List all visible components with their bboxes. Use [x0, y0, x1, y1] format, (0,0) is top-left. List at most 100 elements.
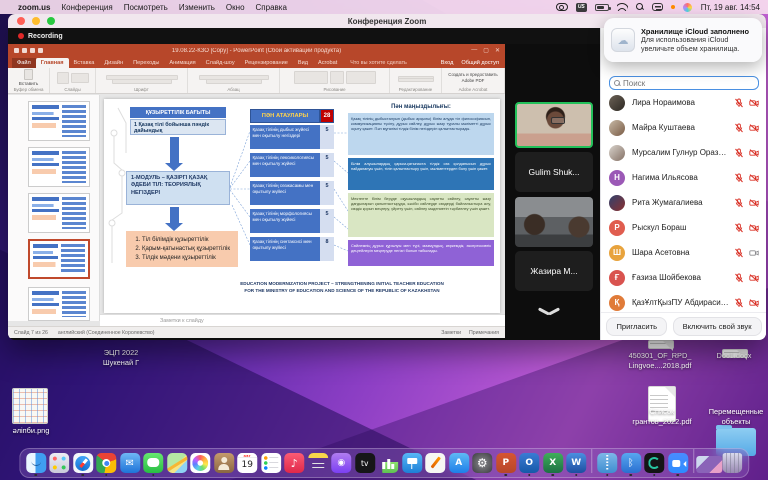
- tab-design[interactable]: Дизайн: [99, 58, 128, 68]
- dock-photos-icon[interactable]: [190, 453, 211, 476]
- participant-video[interactable]: [515, 197, 593, 247]
- tab-review[interactable]: Рецензирование: [240, 58, 293, 68]
- menu-window[interactable]: Окно: [226, 3, 245, 12]
- dock-safari-icon[interactable]: [72, 453, 93, 476]
- slide-thumbnail[interactable]: [28, 147, 90, 187]
- dock-numbers-icon[interactable]: [378, 453, 399, 476]
- dock-trash-icon[interactable]: [722, 453, 743, 476]
- dock-word-icon[interactable]: W: [566, 453, 587, 476]
- participant-video-active[interactable]: [515, 102, 593, 148]
- ribbon-group-editing[interactable]: Редактирование: [390, 68, 442, 93]
- dock-minimized-window[interactable]: [698, 456, 719, 476]
- status-notes-toggle[interactable]: Заметки: [441, 330, 461, 336]
- dock-system-preferences-icon[interactable]: ⚙: [472, 453, 493, 476]
- participant-row[interactable]: Н Нагима Ильясова: [601, 165, 766, 190]
- participant-row[interactable]: Мурсалим Гулнур Оразбек...: [601, 140, 766, 165]
- desktop-folder-label[interactable]: ЭЦП 2022Шукенай Г: [86, 348, 156, 367]
- menu-help[interactable]: Справка: [256, 3, 287, 12]
- search-input[interactable]: [623, 79, 754, 88]
- menu-app-name[interactable]: zoom.us: [18, 3, 50, 12]
- dock-chrome-icon[interactable]: [96, 453, 117, 476]
- menu-edit[interactable]: Изменить: [179, 3, 215, 12]
- tab-view[interactable]: Вид: [293, 58, 313, 68]
- dock-app-store-icon[interactable]: A: [448, 453, 469, 476]
- status-language[interactable]: английский (Соединенное Королевство): [58, 330, 155, 336]
- desktop-pdf-label[interactable]: 450301_OF_RPD_ Lingvoe....2018.pdf: [618, 351, 702, 370]
- tab-home[interactable]: Главная: [36, 58, 69, 68]
- desktop-relocated-folder-label[interactable]: Перемещенные объекты: [700, 407, 768, 426]
- spotlight-icon[interactable]: [636, 3, 644, 11]
- dock-zoom-icon[interactable]: [667, 453, 688, 476]
- ribbon-group-acrobat[interactable]: Создать и предоставить Adobe PDF Adobe A…: [442, 68, 505, 93]
- tab-acrobat[interactable]: Acrobat: [313, 58, 342, 68]
- tab-transitions[interactable]: Переходы: [128, 58, 164, 68]
- desktop-image-file-icon[interactable]: [12, 388, 48, 424]
- share-button[interactable]: Общий доступ: [461, 60, 499, 66]
- tab-animations[interactable]: Анимация: [164, 58, 200, 68]
- keyboard-layout-icon[interactable]: US: [576, 3, 587, 12]
- slide-thumbnail[interactable]: [28, 287, 90, 321]
- desktop-image-file-label[interactable]: әліпби.png: [2, 426, 60, 436]
- participant-row[interactable]: Лира Нораимова: [601, 90, 766, 115]
- siri-icon[interactable]: [683, 3, 692, 12]
- dock-podcasts-icon[interactable]: ◉: [331, 453, 352, 476]
- slide-thumbnail[interactable]: [28, 193, 90, 233]
- tab-slideshow[interactable]: Слайд-шоу: [201, 58, 240, 68]
- participant-row[interactable]: Ғ Ғазиза Шойбекова: [601, 265, 766, 290]
- quick-access-toolbar[interactable]: [14, 48, 43, 53]
- battery-icon[interactable]: [595, 4, 609, 11]
- participant-name-tile[interactable]: Gulim Shuk...: [515, 152, 593, 192]
- dock-bluetooth-app-icon[interactable]: ᛒ: [620, 453, 641, 476]
- dock-camtasia-icon[interactable]: [644, 453, 665, 476]
- window-controls[interactable]: —▢✕: [471, 47, 500, 54]
- dock-reminders-icon[interactable]: [260, 453, 281, 476]
- dock-excel-icon[interactable]: X: [542, 453, 563, 476]
- ribbon-group-slides[interactable]: Слайды: [50, 68, 96, 93]
- dock-mail-icon[interactable]: ✉: [119, 453, 140, 476]
- dock-messages-icon[interactable]: [143, 453, 164, 476]
- dock-unarchiver-icon[interactable]: [597, 453, 618, 476]
- desktop-docx-label[interactable]: Doc1.docx: [704, 351, 764, 361]
- dock-apple-tv-icon[interactable]: tv: [354, 453, 375, 476]
- dock-outlook-icon[interactable]: O: [519, 453, 540, 476]
- participant-row[interactable]: Р Рыскул Бораш: [601, 215, 766, 240]
- sign-in-link[interactable]: Вход: [441, 60, 454, 66]
- participants-search-field[interactable]: [609, 76, 759, 90]
- dock-notes-icon[interactable]: [307, 453, 328, 476]
- dock-calendar-icon[interactable]: авг19: [237, 453, 258, 476]
- dock-keynote-icon[interactable]: [401, 453, 422, 476]
- desktop-pdf-icon[interactable]: [648, 340, 674, 349]
- slide-thumbnail-current[interactable]: [28, 239, 90, 279]
- menu-view[interactable]: Посмотреть: [124, 3, 168, 12]
- notes-pane[interactable]: Заметки к слайду: [100, 314, 505, 326]
- dock-pages-icon[interactable]: [425, 453, 446, 476]
- menu-conference[interactable]: Конференция: [61, 3, 112, 12]
- dock-powerpoint-icon[interactable]: P: [495, 453, 516, 476]
- slide-thumbnail[interactable]: [28, 101, 90, 141]
- ribbon-group-font[interactable]: Шрифт: [96, 68, 188, 93]
- desktop-pdf2-label[interactable]: Список грантов_2022.pdf: [628, 407, 696, 426]
- screen-recording-icon[interactable]: [556, 3, 568, 11]
- unmute-button[interactable]: Включить свой звук: [673, 317, 762, 336]
- participant-row[interactable]: Майра Куштаева: [601, 115, 766, 140]
- participant-name-tile[interactable]: Жазира М...: [515, 251, 593, 291]
- collapse-videos-chevron-icon[interactable]: [538, 306, 560, 318]
- status-comments-toggle[interactable]: Примечания: [469, 330, 499, 336]
- tab-file[interactable]: Файл: [12, 58, 36, 68]
- control-center-icon[interactable]: [652, 3, 663, 11]
- ribbon-group-clipboard[interactable]: Вставить Буфер обмена: [8, 68, 50, 93]
- dock-maps-icon[interactable]: [166, 453, 187, 476]
- dock-finder-icon[interactable]: [25, 453, 46, 476]
- dock-launchpad-icon[interactable]: [49, 453, 70, 476]
- participant-row[interactable]: Рита Жумагалиева: [601, 190, 766, 215]
- tab-insert[interactable]: Вставка: [69, 58, 100, 68]
- dock-contacts-icon[interactable]: [213, 453, 234, 476]
- dock-music-icon[interactable]: ♪: [284, 453, 305, 476]
- ribbon-group-paragraph[interactable]: Абзац: [188, 68, 280, 93]
- participant-row[interactable]: Ш Шара Асетовна: [601, 240, 766, 265]
- paste-icon[interactable]: [24, 69, 33, 80]
- ribbon-group-drawing[interactable]: Рисование: [280, 68, 390, 93]
- tell-me-box[interactable]: Что вы хотите сделать: [350, 60, 407, 68]
- menu-bar-clock[interactable]: Пт, 19 авг. 14:54: [701, 3, 760, 12]
- icloud-notification[interactable]: ☁ Хранилище iCloud заполнено Для использ…: [604, 18, 762, 62]
